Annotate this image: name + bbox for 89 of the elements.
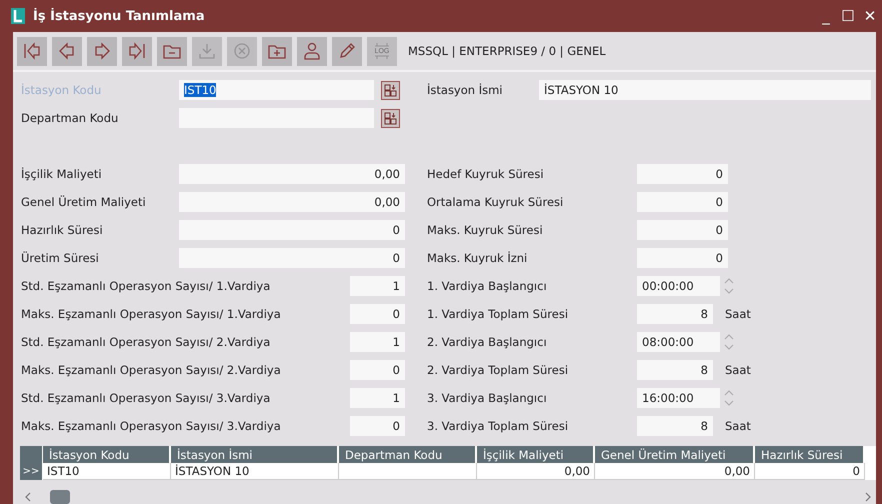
field-label: 3. Vardiya Başlangıcı <box>426 391 548 405</box>
field-label: Üretim Süresi <box>20 251 100 265</box>
field-label: 2. Vardiya Başlangıcı <box>426 335 548 349</box>
folder-plus-button[interactable] <box>262 36 292 66</box>
connection-info: MSSQL | ENTERPRISE9 / 0 | GENEL <box>408 44 606 58</box>
number-field[interactable]: 1 <box>350 276 405 296</box>
user-button[interactable] <box>297 36 327 66</box>
skip-forward-icon <box>127 41 147 61</box>
download-icon <box>197 41 217 61</box>
number-field[interactable]: 0,00 <box>179 164 405 184</box>
number-field[interactable]: 0 <box>350 416 405 436</box>
number-field[interactable]: 0 <box>637 192 728 212</box>
time-field[interactable]: 00:00:00 <box>637 276 720 296</box>
column-header[interactable]: Genel Üretim Maliyeti <box>595 446 755 463</box>
unit-label: Saat <box>725 307 751 321</box>
folder-minus-button[interactable] <box>157 36 187 66</box>
number-field[interactable]: 1 <box>350 388 405 408</box>
number-field[interactable]: 0 <box>637 164 728 184</box>
number-field[interactable]: 1 <box>350 332 405 352</box>
log-icon <box>372 41 392 61</box>
field-label: Std. Eşzamanlı Operasyon Sayısı/ 2.Vardiya <box>20 335 272 349</box>
scrollbar-thumb[interactable] <box>50 490 70 504</box>
field-label: Maks. Eşzamanlı Operasyon Sayısı/ 3.Vardiya <box>20 419 282 433</box>
number-field[interactable]: 0 <box>637 220 728 240</box>
field-label: 3. Vardiya Toplam Süresi <box>426 419 570 433</box>
prev-button[interactable] <box>52 36 82 66</box>
edit-button[interactable] <box>332 36 362 66</box>
first-button[interactable] <box>17 36 47 66</box>
close-button[interactable]: ✕ <box>860 7 880 25</box>
number-field[interactable]: 0 <box>179 220 405 240</box>
user-icon <box>302 41 322 61</box>
pencil-icon <box>337 41 357 61</box>
column-header[interactable]: İstasyon Kodu <box>43 446 171 463</box>
number-field[interactable]: 8 <box>637 304 713 324</box>
skip-back-icon <box>22 41 42 61</box>
field-label: Maks. Kuyruk İzni <box>426 251 528 265</box>
table-cell: 0,00 <box>595 463 755 480</box>
code-field[interactable]: IST10 <box>179 80 374 100</box>
time-field[interactable]: 16:00:00 <box>637 388 720 408</box>
app-logo-icon <box>11 8 25 24</box>
column-header[interactable]: İstasyon İsmi <box>171 446 339 463</box>
window-title: İş İstasyonu Tanımlama <box>33 8 206 24</box>
unit-label: Saat <box>725 363 751 377</box>
unit-label: Saat <box>725 419 751 433</box>
last-button[interactable] <box>122 36 152 66</box>
lookup-icon <box>384 84 397 96</box>
number-field[interactable]: 0 <box>350 360 405 380</box>
row-indicator: >> <box>20 463 43 480</box>
field-label: Hazırlık Süresi <box>20 223 104 237</box>
cancel-icon <box>232 41 252 61</box>
field-label: Departman Kodu <box>20 111 120 125</box>
lookup-icon <box>384 112 397 124</box>
scroll-right-icon[interactable] <box>864 492 872 502</box>
field-label: İşçilik Maliyeti <box>20 167 103 181</box>
number-field[interactable]: 0,00 <box>179 192 405 212</box>
lookup-button[interactable] <box>381 80 400 100</box>
lookup-button[interactable] <box>381 108 400 128</box>
scroll-left-icon[interactable] <box>24 492 32 502</box>
number-field[interactable]: 8 <box>637 360 713 380</box>
table-cell: 0,00 <box>477 463 595 480</box>
minimize-button[interactable]: _ <box>816 7 836 25</box>
maximize-button[interactable]: ☐ <box>838 7 858 25</box>
field-label: İstasyon Kodu <box>20 83 102 97</box>
field-label: İstasyon İsmi <box>426 83 504 97</box>
field-label: Genel Üretim Maliyeti <box>20 195 147 209</box>
table-cell: 0 <box>755 463 865 480</box>
field-label: 1. Vardiya Toplam Süresi <box>426 307 570 321</box>
field-label: Std. Eşzamanlı Operasyon Sayısı/ 1.Vardiya <box>20 279 272 293</box>
number-field[interactable]: 0 <box>637 248 728 268</box>
time-field[interactable]: 08:00:00 <box>637 332 720 352</box>
number-field[interactable]: 8 <box>637 416 713 436</box>
column-header[interactable]: İşçilik Maliyeti <box>477 446 595 463</box>
field-label: 1. Vardiya Başlangıcı <box>426 279 548 293</box>
field-label: Std. Eşzamanlı Operasyon Sayısı/ 3.Vardiya <box>20 391 272 405</box>
header-corner <box>20 446 43 463</box>
name-field[interactable]: İSTASYON 10 <box>539 80 871 100</box>
field-label: Ortalama Kuyruk Süresi <box>426 195 564 209</box>
field-label: 2. Vardiya Toplam Süresi <box>426 363 570 377</box>
column-header[interactable]: Departman Kodu <box>339 446 477 463</box>
number-field[interactable]: 0 <box>179 248 405 268</box>
table-cell: İSTASYON 10 <box>171 463 339 480</box>
next-button[interactable] <box>87 36 117 66</box>
column-header[interactable]: Hazırlık Süresi <box>755 446 865 463</box>
field-label: Maks. Kuyruk Süresi <box>426 223 544 237</box>
field-label: Maks. Eşzamanlı Operasyon Sayısı/ 1.Vardiya <box>20 307 282 321</box>
field-label: Hedef Kuyruk Süresi <box>426 167 545 181</box>
number-field[interactable]: 0 <box>350 304 405 324</box>
field-label: Maks. Eşzamanlı Operasyon Sayısı/ 2.Vardiya <box>20 363 282 377</box>
table-cell: IST10 <box>43 463 171 480</box>
